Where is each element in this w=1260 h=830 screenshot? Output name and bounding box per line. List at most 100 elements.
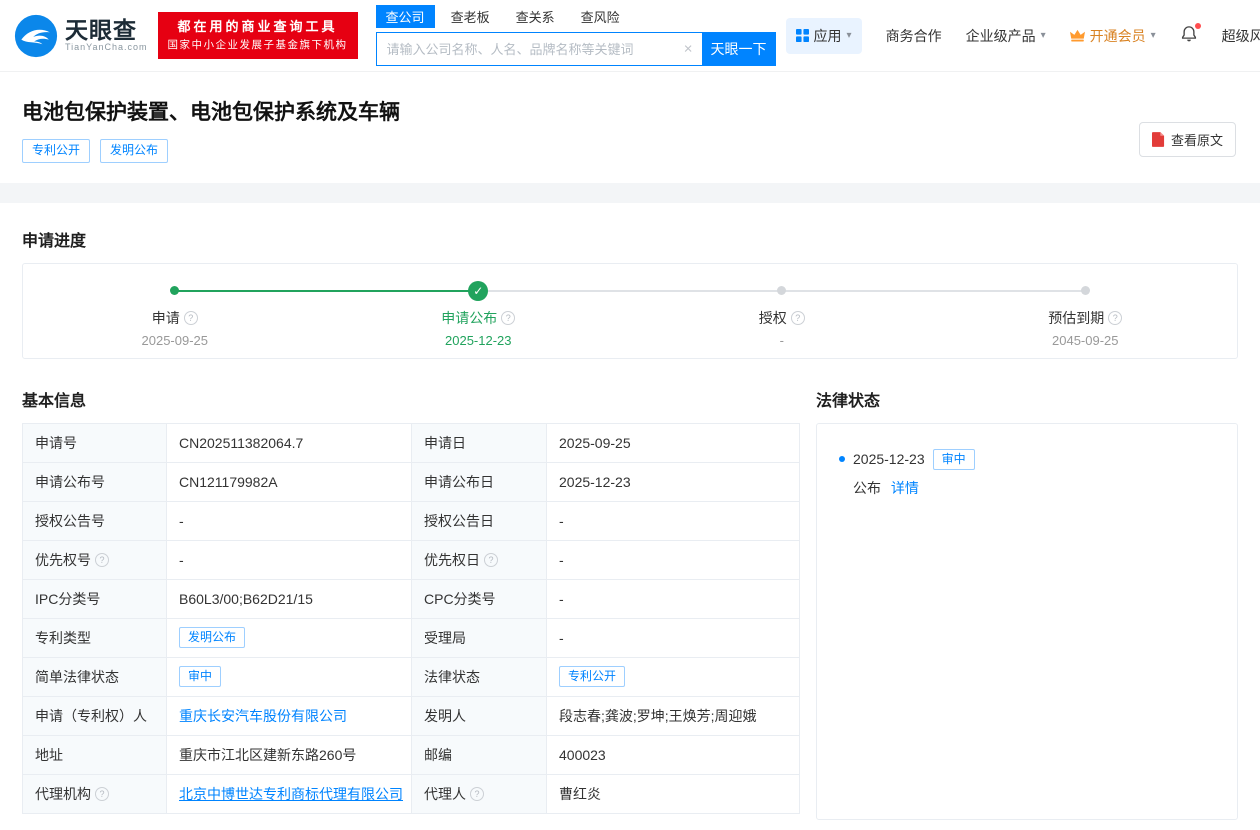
tianyancha-logo-icon: [14, 14, 58, 57]
nav-open-vip[interactable]: 开通会员 ▾: [1069, 26, 1156, 46]
tab-search-relation[interactable]: 查关系: [506, 5, 565, 28]
tab-search-risk[interactable]: 查风险: [571, 5, 630, 28]
field-label: 申请号: [35, 434, 77, 451]
timeline-date: 2025-09-25: [141, 332, 209, 348]
field-value: B60L3/00;B62D21/15: [179, 590, 313, 607]
table-row: IPC分类号 B60L3/00;B62D21/15 CPC分类号 -: [22, 578, 800, 619]
search-input[interactable]: [375, 32, 702, 66]
tag-invention-publication: 发明公布: [100, 139, 169, 163]
field-label: 申请公布号: [35, 473, 105, 490]
legal-status-action: 公布: [853, 480, 881, 497]
table-row: 优先权号? - 优先权日? -: [22, 539, 800, 580]
timeline-dot: [777, 286, 787, 296]
field-value: -: [559, 512, 564, 529]
help-icon[interactable]: ?: [183, 310, 198, 325]
promo-line2: 国家中小企业发展子基金旗下机构: [167, 39, 348, 52]
patent-type-badge: 发明公布: [179, 626, 246, 649]
basic-info-heading: 基本信息: [22, 392, 87, 410]
promo-banner: 都在用的商业查询工具 国家中小企业发展子基金旗下机构: [157, 12, 358, 59]
bullet-dot: [839, 456, 845, 463]
field-label: IPC分类号: [35, 590, 101, 607]
legal-status-badge: 审中: [932, 448, 975, 471]
field-value: 2025-12-23: [559, 473, 631, 490]
table-row: 简单法律状态 审中 法律状态 专利公开: [22, 656, 800, 697]
field-value: 重庆市江北区建新东路260号: [179, 746, 357, 763]
field-label: 代理人: [424, 785, 466, 802]
clear-search-icon[interactable]: ×: [684, 41, 693, 58]
logo-subtitle: TianYanCha.com: [65, 42, 148, 53]
field-value: -: [559, 629, 564, 646]
field-label: 代理机构: [35, 785, 91, 802]
timeline-step-application: 申请 ? 2025-09-25: [23, 281, 327, 348]
tianyancha-logo[interactable]: 天眼查 TianYanCha.com: [14, 14, 148, 58]
help-icon[interactable]: ?: [501, 310, 516, 325]
field-value: CN121179982A: [179, 473, 278, 490]
timeline-step-estimated-expiry: 预估到期 ? 2045-09-25: [934, 281, 1238, 348]
agency-link[interactable]: 北京中博世达专利商标代理有限公司: [179, 786, 403, 802]
top-header: 天眼查 TianYanCha.com 都在用的商业查询工具 国家中小企业发展子基…: [0, 0, 1260, 72]
field-label: 申请公布日: [424, 473, 494, 490]
applicant-link[interactable]: 重庆长安汽车股份有限公司: [179, 708, 347, 724]
field-value: -: [559, 551, 564, 568]
section-divider: [0, 182, 1260, 203]
timeline-date: 2025-12-23: [445, 332, 512, 348]
table-row: 申请号 CN202511382064.7 申请日 2025-09-25: [22, 422, 800, 463]
legal-status-item: 2025-12-23 审中: [839, 448, 1215, 471]
nav-enterprise-products[interactable]: 企业级产品 ▾: [966, 26, 1046, 46]
timeline-step-publication: ✓ 申请公布 ? 2025-12-23: [327, 280, 631, 348]
view-original-label: 查看原文: [1170, 133, 1223, 148]
table-row: 专利类型 发明公布 受理局 -: [22, 617, 800, 658]
field-label: 优先权号: [35, 551, 91, 568]
timeline-date: 2045-09-25: [1052, 332, 1119, 348]
legal-status-detail-link[interactable]: 详情: [891, 480, 919, 496]
field-label: 发明人: [424, 707, 466, 724]
nav-apps[interactable]: 应用 ▾: [785, 17, 862, 54]
nav-business-cooperation[interactable]: 商务合作: [886, 26, 942, 46]
notifications-button[interactable]: [1180, 23, 1201, 46]
logo-title: 天眼查: [65, 16, 137, 43]
field-label: 申请（专利权）人: [35, 707, 147, 724]
field-value: -: [559, 590, 564, 607]
field-label: 授权公告号: [35, 512, 105, 529]
help-icon[interactable]: ?: [790, 310, 805, 325]
help-icon[interactable]: ?: [95, 552, 109, 567]
field-label: 授权公告日: [424, 512, 494, 529]
field-value: 曹红炎: [559, 785, 601, 802]
application-progress-timeline: 申请 ? 2025-09-25 ✓ 申请公布 ? 2025-12-23 授权 ?…: [22, 262, 1238, 359]
simple-legal-status-badge: 审中: [179, 665, 222, 688]
notification-dot: [1194, 23, 1201, 29]
nav-apps-label: 应用: [813, 27, 842, 44]
field-value: 2025-09-25: [559, 434, 631, 451]
view-original-button[interactable]: 查看原文: [1138, 122, 1236, 157]
field-label: 地址: [35, 746, 63, 763]
chevron-down-icon: ▾: [846, 30, 852, 41]
help-icon[interactable]: ?: [470, 786, 484, 801]
timeline-date: -: [779, 332, 784, 348]
field-label: 法律状态: [424, 668, 480, 685]
field-label: 简单法律状态: [35, 668, 119, 685]
table-row: 授权公告号 - 授权公告日 -: [22, 500, 800, 541]
promo-line1: 都在用的商业查询工具: [177, 19, 338, 35]
table-row: 申请公布号 CN121179982A 申请公布日 2025-12-23: [22, 461, 800, 502]
field-value: -: [179, 512, 184, 529]
help-icon[interactable]: ?: [484, 552, 498, 567]
check-icon: ✓: [468, 280, 489, 301]
patent-tags: 专利公开 发明公布: [22, 139, 1238, 163]
progress-heading: 申请进度: [22, 232, 87, 250]
inventors-value: 段志春;龚波;罗坤;王焕芳;周迎娥: [559, 707, 757, 724]
help-icon[interactable]: ?: [1108, 310, 1123, 325]
timeline-dot: [170, 286, 180, 296]
timeline-step-grant: 授权 ? -: [630, 281, 934, 348]
help-icon[interactable]: ?: [95, 786, 109, 801]
search-button[interactable]: 天眼一下: [701, 32, 776, 66]
field-label: 申请日: [424, 434, 466, 451]
legal-status-date: 2025-12-23: [853, 451, 925, 468]
tab-search-boss[interactable]: 查老板: [441, 5, 500, 28]
table-row: 代理机构? 北京中博世达专利商标代理有限公司 代理人? 曹红炎: [22, 773, 800, 814]
table-row: 申请（专利权）人 重庆长安汽车股份有限公司 发明人 段志春;龚波;罗坤;王焕芳;…: [22, 695, 800, 736]
patent-title-section: 电池包保护装置、电池包保护系统及车辆 专利公开 发明公布 查看原文: [0, 72, 1260, 183]
nav-super-risk[interactable]: 超级风...: [1222, 26, 1260, 46]
field-value: -: [179, 551, 184, 568]
tab-search-company[interactable]: 查公司: [375, 5, 435, 28]
apps-grid-icon: [795, 29, 809, 42]
